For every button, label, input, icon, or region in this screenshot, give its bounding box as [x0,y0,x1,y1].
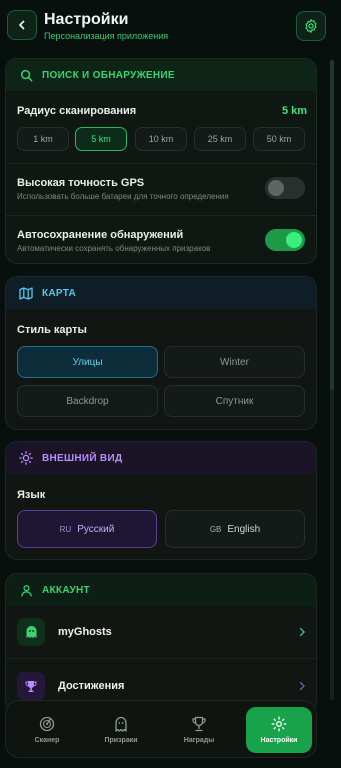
radar-icon [39,716,55,732]
map-icon [18,285,34,301]
appearance-section-title: ВНЕШНИЙ ВИД [42,452,123,464]
map-section: КАРТА Стиль карты Улицы Winter Backdrop … [5,276,317,430]
nav-label: Призраки [104,737,138,744]
gps-description: Использовать больше батареи для точного … [17,192,229,201]
radius-option-5km[interactable]: 5 km [75,127,127,151]
search-section-title: ПОИСК И ОБНАРУЖЕНИЕ [42,69,175,81]
nav-label: Настройки [260,737,298,744]
search-icon [18,67,34,83]
gear-icon [305,19,317,33]
account-section-header: АККАУНТ [6,574,316,606]
language-option-russian[interactable]: RU Русский [17,510,157,548]
chevron-right-icon [299,681,305,691]
scrollbar[interactable] [330,60,334,700]
autosave-description: Автоматически сохранять обнаруженных при… [17,244,211,253]
back-button[interactable] [7,10,37,40]
chevron-left-icon [19,20,25,30]
map-style-label: Стиль карты [17,324,87,336]
language-label: Язык [17,489,46,501]
settings-button[interactable] [296,11,326,41]
flag-code: RU [59,524,72,534]
gear-icon [271,716,287,732]
toggle-knob [286,232,302,248]
map-style-satellite[interactable]: Спутник [164,385,305,417]
divider [6,163,316,164]
search-section: ПОИСК И ОБНАРУЖЕНИЕ Радиус сканирования … [5,58,317,264]
map-style-streets[interactable]: Улицы [17,346,158,378]
search-section-header: ПОИСК И ОБНАРУЖЕНИЕ [6,59,316,91]
page-subtitle: Персонализация приложения [44,31,169,41]
divider [6,658,316,659]
gps-label: Высокая точность GPS [17,177,145,189]
header: Настройки Персонализация приложения [0,0,341,54]
language-name: Русский [77,523,115,535]
nav-label: Награды [183,737,215,744]
language-option-english[interactable]: GB English [165,510,305,548]
toggle-knob [268,180,284,196]
radius-options: 1 km 5 km 10 km 25 km 50 km [17,127,307,151]
ghost-icon [115,716,127,732]
autosave-toggle[interactable] [265,229,305,251]
nav-item-rewards[interactable]: Награды [166,707,232,753]
language-name: English [227,523,261,535]
autosave-label: Автосохранение обнаружений [17,229,184,241]
account-item-myghosts[interactable]: myGhosts [6,606,316,658]
nav-label: Сканер [34,737,60,744]
account-section-title: АККАУНТ [42,584,90,596]
account-section: АККАУНТ myGhosts Достижения [5,573,317,713]
radius-option-10km[interactable]: 10 km [135,127,187,151]
map-style-backdrop[interactable]: Backdrop [17,385,158,417]
map-section-title: КАРТА [42,287,77,299]
radius-label: Радиус сканирования [17,105,137,117]
bottom-navigation: Сканер Призраки Награды Настройки [5,700,317,758]
flag-code: GB [209,524,222,534]
user-icon [18,582,34,598]
map-style-winter[interactable]: Winter [164,346,305,378]
trophy-icon [17,672,45,700]
trophy-icon [192,716,206,732]
nav-item-settings[interactable]: Настройки [246,707,312,753]
ghost-icon [17,618,45,646]
sun-icon [18,450,34,466]
appearance-section: ВНЕШНИЙ ВИД Язык RU Русский GB English [5,441,317,560]
scrollbar-thumb[interactable] [330,60,334,390]
nav-item-ghosts[interactable]: Призраки [88,707,154,753]
autosave-setting: Автосохранение обнаружений Автоматически… [17,229,267,253]
appearance-section-header: ВНЕШНИЙ ВИД [6,442,316,474]
account-item-label: myGhosts [58,626,112,638]
radius-option-1km[interactable]: 1 km [17,127,69,151]
radius-option-25km[interactable]: 25 km [194,127,246,151]
nav-item-scanner[interactable]: Сканер [14,707,80,753]
map-section-header: КАРТА [6,277,316,309]
page-title: Настройки [44,11,129,28]
radius-option-50km[interactable]: 50 km [253,127,305,151]
divider [6,215,316,216]
account-item-label: Достижения [58,680,125,692]
chevron-right-icon [299,627,305,637]
gps-toggle[interactable] [265,177,305,199]
radius-value: 5 km [282,105,308,117]
gps-setting: Высокая точность GPS Использовать больше… [17,177,267,201]
